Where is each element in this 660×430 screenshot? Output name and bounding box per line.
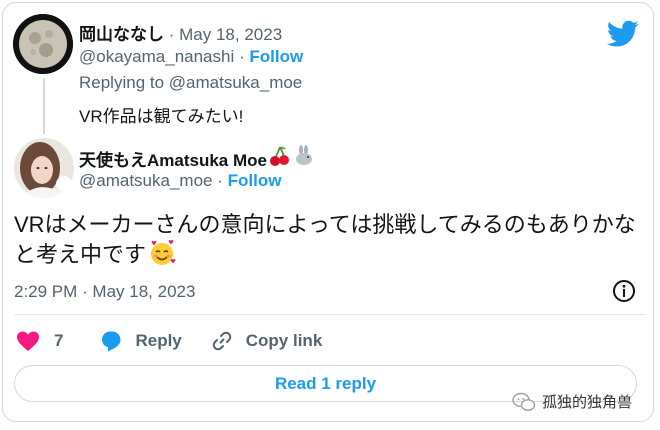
main-follow-button[interactable]: Follow: [228, 171, 282, 190]
like-button[interactable]: 7: [16, 330, 63, 352]
wechat-icon: [512, 392, 536, 411]
watermark: 孤独的独角兽: [512, 391, 632, 412]
main-handle[interactable]: @amatsuka_moe: [79, 171, 213, 190]
link-icon: [212, 331, 231, 351]
parent-tweet-text: VR作品は観てみたい!: [79, 107, 244, 126]
copy-link-button[interactable]: Copy link: [210, 329, 323, 353]
main-tweet-text-block: VRはメーカーさんの意向によっては挑戦してみるのもありかなと考え中です: [14, 210, 639, 274]
action-divider: [14, 314, 646, 315]
main-tweet-header: 天使もえAmatsuka Moe: [79, 145, 315, 172]
rabbit-icon: [293, 145, 315, 172]
twitter-bird-icon[interactable]: [606, 20, 639, 48]
cherry-icon: [269, 145, 291, 172]
tweet-timestamp[interactable]: 2:29 PM · May 18, 2023: [14, 282, 195, 302]
main-tweet-text: VRはメーカーさんの意向によっては挑戦してみるのもありかなと考え中です: [14, 212, 636, 267]
main-display-name[interactable]: 天使もえAmatsuka Moe: [79, 146, 267, 171]
like-count: 7: [54, 331, 64, 350]
parent-tweet-date[interactable]: May 18, 2023: [179, 25, 282, 44]
reply-bubble-icon: [102, 331, 121, 352]
tweet-actions: 7 Reply Copy link: [16, 328, 322, 354]
parent-handle[interactable]: @okayama_nanashi: [79, 47, 234, 66]
parent-handle-line: @okayama_nanashi · Follow: [79, 47, 303, 67]
copy-link-label: Copy link: [245, 331, 323, 350]
smiling-face-with-hearts-icon: [148, 239, 176, 274]
replying-to-label[interactable]: Replying to @amatsuka_moe: [79, 73, 302, 93]
read-replies-label: Read 1 reply: [274, 373, 377, 393]
parent-avatar[interactable]: [13, 14, 73, 74]
main-avatar[interactable]: [14, 138, 74, 198]
header-separator: ·: [168, 25, 175, 44]
reply-label: Reply: [135, 331, 182, 350]
watermark-text: 孤独的独角兽: [542, 394, 633, 411]
main-handle-line: @amatsuka_moe · Follow: [79, 171, 281, 191]
parent-tweet-header: 岡山ななし · May 18, 2023: [79, 20, 282, 45]
parent-follow-button[interactable]: Follow: [249, 47, 303, 66]
thread-connector-line: [43, 78, 45, 134]
info-icon[interactable]: [611, 278, 637, 304]
parent-display-name[interactable]: 岡山ななし: [79, 25, 164, 44]
heart-icon: [17, 331, 39, 351]
handle-separator: ·: [238, 47, 245, 66]
handle-separator: ·: [217, 171, 223, 190]
reply-button[interactable]: Reply: [99, 330, 182, 352]
